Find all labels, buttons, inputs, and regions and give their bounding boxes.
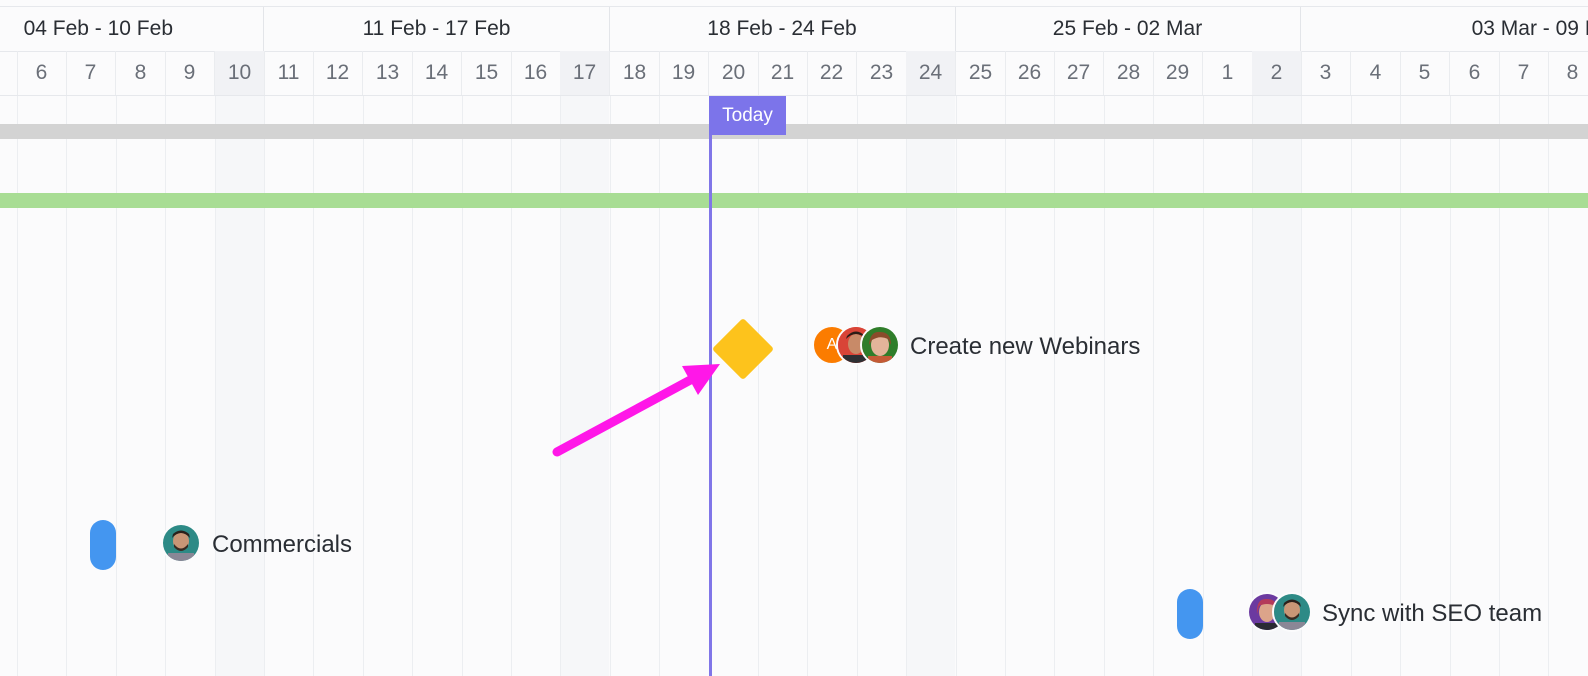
annotation-arrow-icon — [552, 364, 720, 457]
gantt-timeline: 04 Feb - 10 Feb 11 Feb - 17 Feb 18 Feb - 2… — [0, 0, 1588, 676]
